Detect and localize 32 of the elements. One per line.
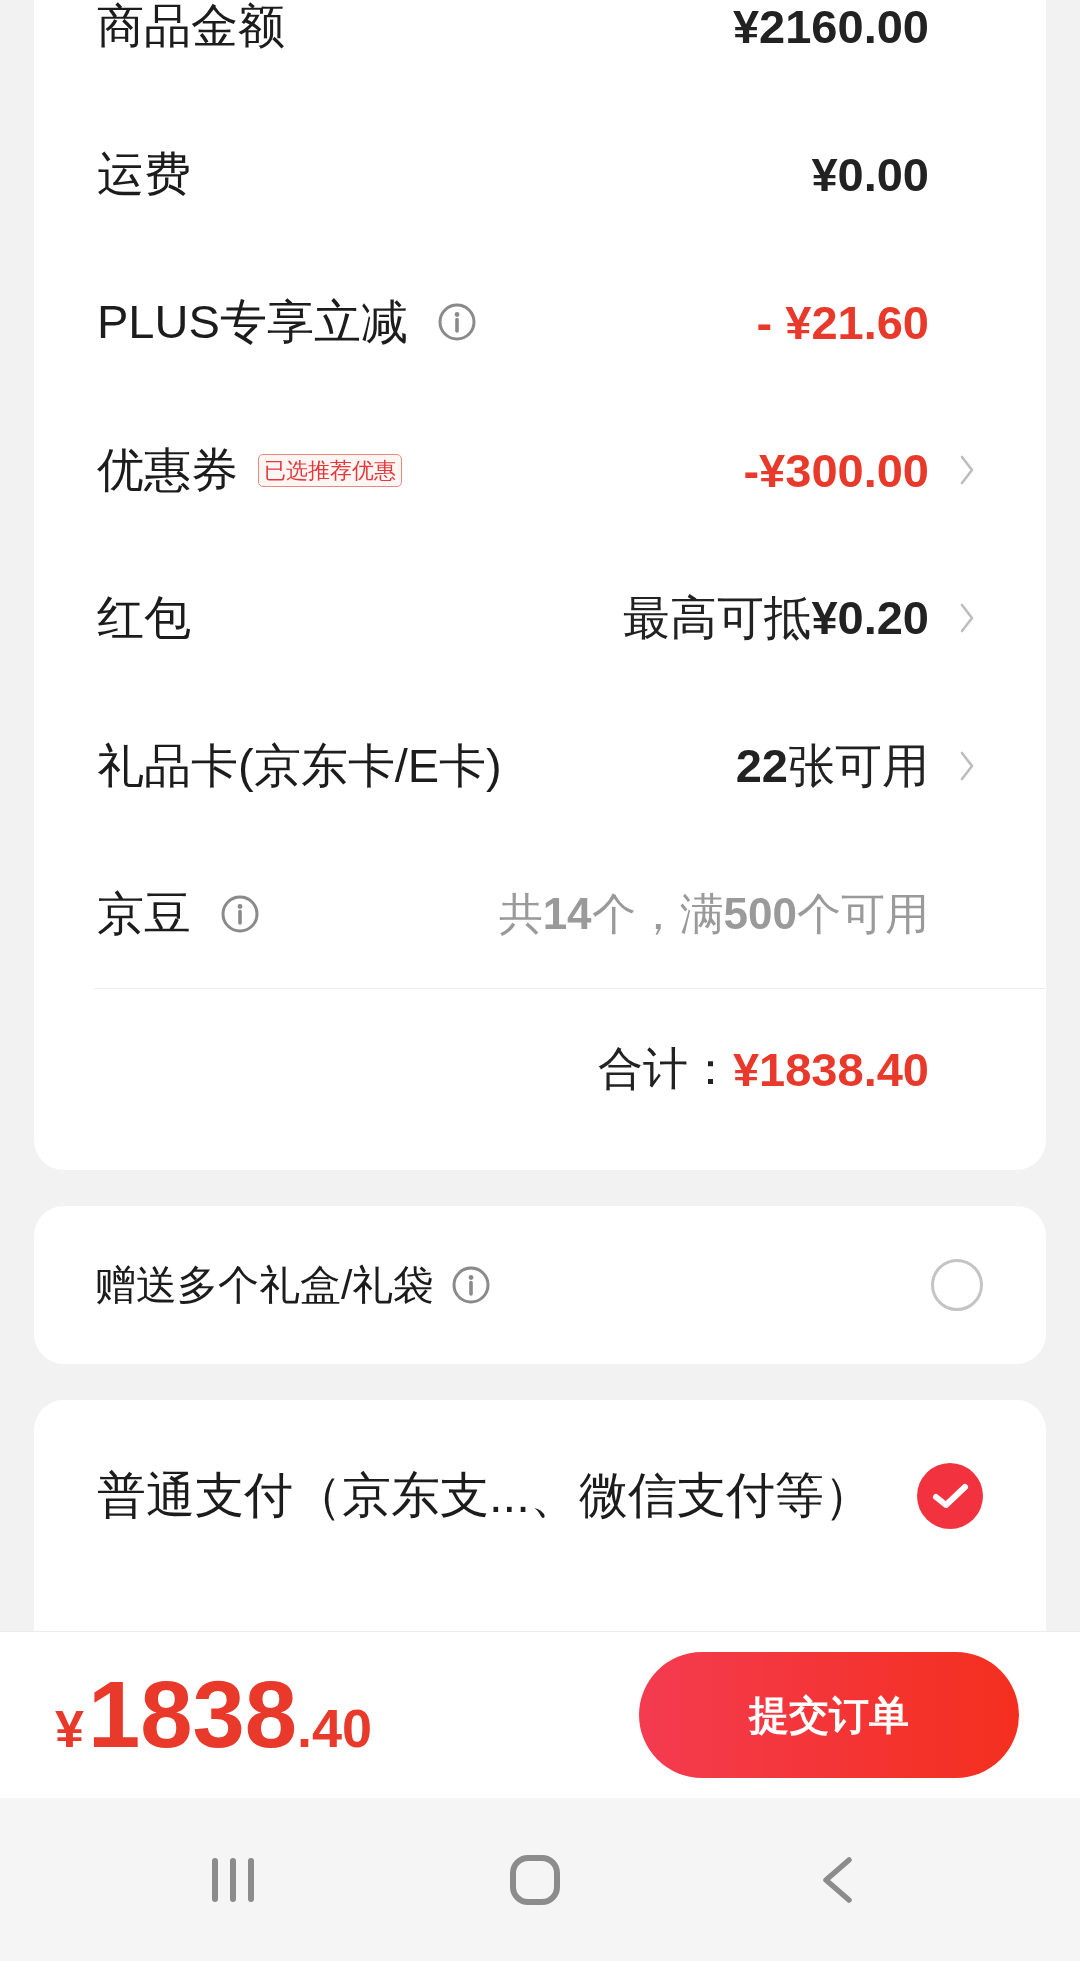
recent-apps-icon[interactable]: [210, 1856, 256, 1903]
row-label: 红包: [97, 589, 191, 646]
coupon-tag: 已选推荐优惠: [258, 453, 402, 487]
row-label: 礼品卡(京东卡/E卡): [97, 737, 502, 794]
back-icon[interactable]: [821, 1856, 853, 1903]
row-label: PLUS专享立减: [97, 293, 408, 350]
chevron-icon[interactable]: [960, 603, 974, 633]
row-label: 优惠券: [97, 441, 238, 498]
row-label: 运费: [97, 145, 191, 202]
row-value: 22张可用: [735, 737, 929, 794]
row-value: ¥0.00: [811, 146, 929, 202]
info-icon[interactable]: [452, 1266, 491, 1304]
gift-wrap-label: 赠送多个礼盒/礼袋: [95, 1260, 435, 1310]
row-label: 商品金额: [97, 0, 285, 54]
row-label: 京豆: [97, 885, 191, 942]
payment-option-label[interactable]: 普通支付（京东支...、微信支付等）: [97, 1463, 873, 1529]
row-value: 共14个，满500个可用: [498, 887, 929, 940]
total-amount: ¥1838.40: [732, 1041, 929, 1097]
submit-order-button[interactable]: 提交订单: [639, 1652, 1019, 1778]
radio-button[interactable]: [917, 1463, 983, 1529]
row-value: ¥2160.00: [732, 0, 929, 54]
chevron-icon[interactable]: [960, 455, 974, 485]
home-icon[interactable]: [510, 1854, 560, 1905]
total-label: 合计：: [597, 1042, 733, 1096]
row-value: - ¥21.60: [756, 294, 929, 350]
info-icon[interactable]: [437, 303, 476, 341]
total-price: ¥1838.40: [55, 1668, 373, 1762]
row-value: -¥300.00: [743, 442, 929, 498]
radio-button[interactable]: [931, 1259, 983, 1311]
chevron-icon[interactable]: [960, 751, 974, 781]
info-icon[interactable]: [221, 895, 259, 933]
row-value: 最高可抵¥0.20: [623, 589, 929, 646]
